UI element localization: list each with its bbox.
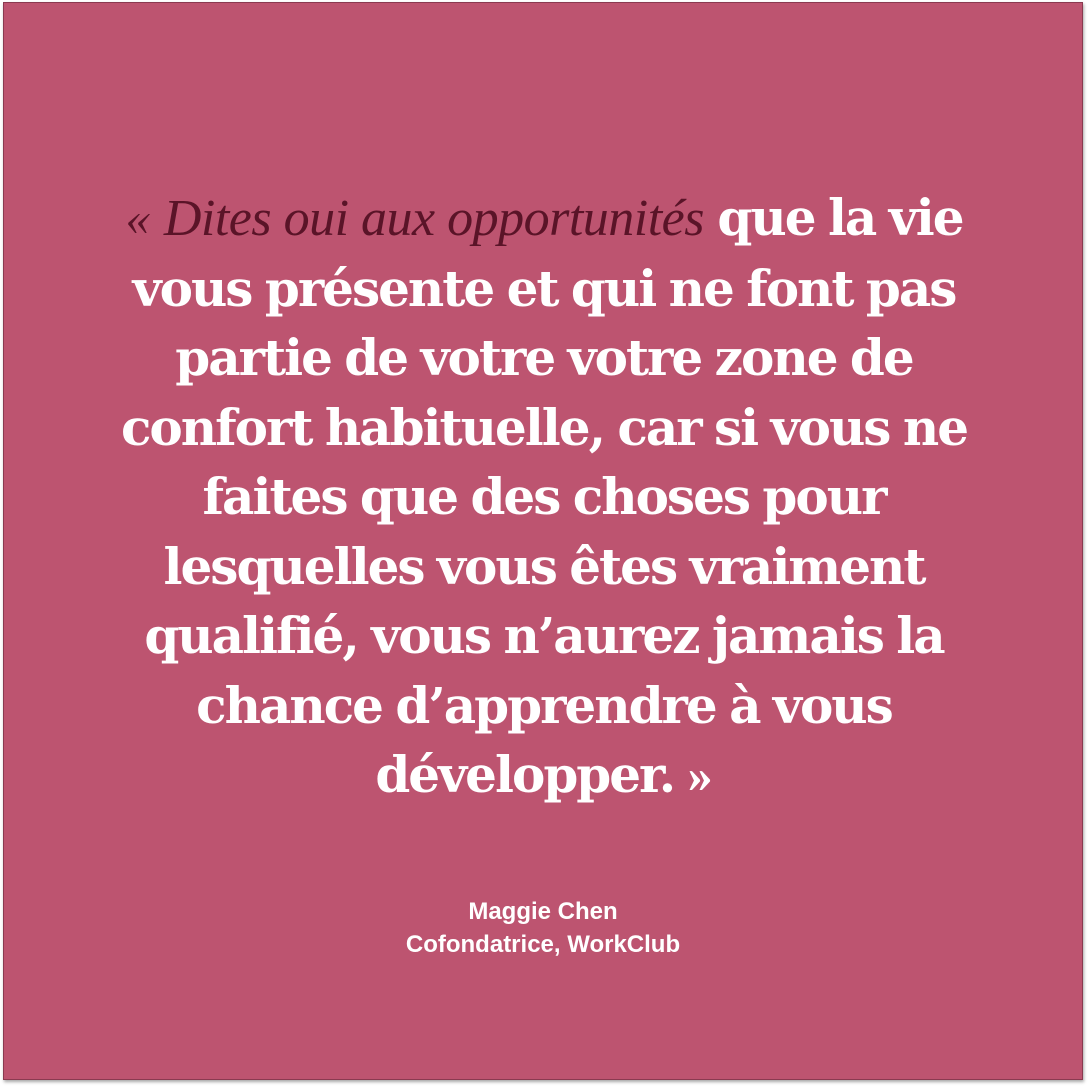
quote-body: que la vie vous présente et qui ne font … bbox=[120, 188, 969, 804]
quote-text: « Dites oui aux opportunités que la vie … bbox=[84, 183, 1004, 811]
quote-lead-italic: Dites oui aux opportunités bbox=[163, 190, 705, 247]
attribution: Maggie Chen Cofondatrice, WorkClub bbox=[4, 895, 1082, 961]
quote-card: « Dites oui aux opportunités que la vie … bbox=[3, 2, 1083, 1080]
author-name: Maggie Chen bbox=[468, 898, 618, 925]
author-role: Cofondatrice, WorkClub bbox=[405, 931, 681, 958]
close-quote-mark: » bbox=[687, 747, 713, 803]
open-quote-mark: « bbox=[125, 190, 151, 246]
